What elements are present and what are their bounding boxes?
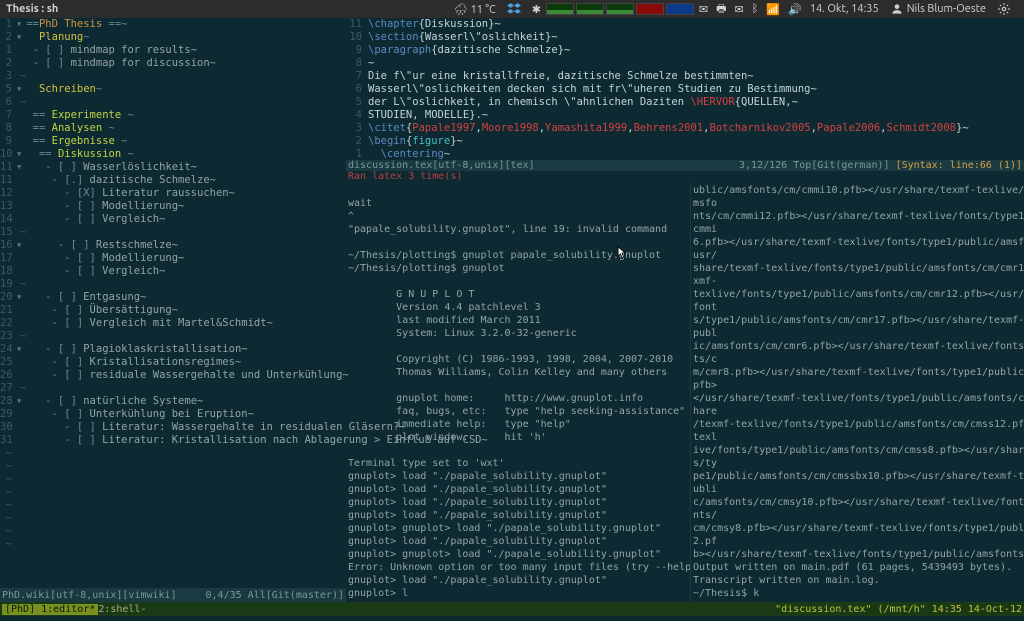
disk-graph[interactable] (636, 3, 664, 15)
editor-line[interactable]: 7Die f\"ur eine kristallfreie, dazitisch… (346, 70, 1024, 83)
outline-line[interactable]: 24▾ - [ ] Plagioklaskristallisation~ (0, 343, 346, 356)
outline-line[interactable]: 16▾ - [ ] Restschmelze~ (0, 239, 346, 252)
cpu-graph[interactable] (546, 3, 574, 15)
outline-line[interactable]: 2 - [ ] mindmap for discussion~ (0, 57, 346, 70)
weather-indicator[interactable]: 🌧 11 °C (454, 3, 496, 16)
latex-message: Ran latex 3 time(s) (346, 171, 1024, 182)
outline-line[interactable]: 11▾ - [ ] Wasserlöslichkeit~ (0, 161, 346, 174)
outline-line[interactable]: 15 ~ (0, 226, 346, 239)
editor-line[interactable]: 6Wasserl\"oslichkeiten decken sich mit f… (346, 83, 1024, 96)
editor-line[interactable]: 4STUDIEN, MODELLE}.~ (346, 109, 1024, 122)
terminal-right[interactable]: ublic/amsfonts/cm/cmmi10.pfb></usr/share… (691, 182, 1024, 602)
outline-line[interactable]: 27 ~ (0, 382, 346, 395)
outline-line[interactable]: 9 == Ergebnisse ~ (0, 135, 346, 148)
outline-line[interactable]: 18 - [ ] Vergleich~ (0, 265, 346, 278)
clock[interactable]: 14. Okt, 14:35 (810, 3, 879, 15)
left-status-file: PhD.wiki[utf-8,unix][vimwiki] (2, 590, 177, 601)
star-icon[interactable]: ✱ (532, 3, 541, 16)
outline-line[interactable]: 31 - [ ] Literatur: Kristallisation nach… (0, 434, 346, 447)
outline-line[interactable]: 23 ~ (0, 330, 346, 343)
outline-line[interactable]: 6 ~ (0, 96, 346, 109)
outline-line[interactable]: 1▾==PhD Thesis ==~ (0, 18, 346, 31)
mem-graph[interactable] (576, 3, 604, 15)
outline-line[interactable]: 10▾ == Diskussion ~ (0, 148, 346, 161)
user-name: Nils Blum-Oeste (907, 3, 986, 15)
outline-line[interactable]: 20▾ - [ ] Entgasung~ (0, 291, 346, 304)
outline-pane[interactable]: 1▾==PhD Thesis ==~2▾ Planung~1 - [ ] min… (0, 18, 346, 602)
outline-line[interactable]: 17 - [ ] Modellierung~ (0, 252, 346, 265)
outline-line[interactable]: 11 - [.] dazitische Schmelze~ (0, 174, 346, 187)
user-menu[interactable]: Nils Blum-Oeste (887, 2, 986, 16)
outline-line[interactable]: 7 == Experimente ~ (0, 109, 346, 122)
outline-line[interactable]: 14 - [ ] Vergleich~ (0, 213, 346, 226)
editor-line[interactable]: 5der L\"oslichkeit, in chemisch \"ahnlic… (346, 96, 1024, 109)
outline-line[interactable]: 2▾ Planung~ (0, 31, 346, 44)
outline-line[interactable]: 8 == Analysen ~ (0, 122, 346, 135)
editor-line[interactable]: 1 \centering~ (346, 148, 1024, 160)
outline-line[interactable]: 30 - [ ] Literatur: Wassergehalte in res… (0, 421, 346, 434)
editor-status-file: discussion.tex[utf-8,unix][tex] (348, 160, 535, 171)
wifi-icon[interactable]: 📶 (766, 3, 780, 16)
outline-line[interactable]: 13 - [ ] Modellierung~ (0, 200, 346, 213)
outline-line[interactable]: 12 - [X] Literatur raussuchen~ (0, 187, 346, 200)
outline-line[interactable]: 25 - [ ] Kristallisationsregimes~ (0, 356, 346, 369)
outline-line[interactable]: 1 - [ ] mindmap for results~ (0, 44, 346, 57)
left-status-pos: 0,4/35 All[Git(master)] (206, 590, 344, 601)
editor-line[interactable]: 10\section{Wasserl\"oslichkeit}~ (346, 31, 1024, 44)
outline-line[interactable]: 29 - [ ] Unterkühlung bei Eruption~ (0, 408, 346, 421)
editor-line[interactable]: 3\citet{Papale1997,Moore1998,Yamashita19… (346, 122, 1024, 135)
tmux-tab-editor[interactable]: [PhD] 1:editor* (2, 604, 98, 615)
editor-line[interactable]: 8~ (346, 57, 1024, 70)
sound-icon[interactable]: 🔊 (788, 3, 802, 16)
print-icon[interactable]: 🖶 (716, 0, 726, 19)
bluetooth-icon[interactable]: ᛒ (752, 3, 759, 15)
dropbox-icon[interactable] (504, 2, 524, 16)
net-graph[interactable] (606, 3, 634, 15)
left-statusline: PhD.wiki[utf-8,unix][vimwiki] 0,4/35 All… (0, 588, 346, 602)
editor-status-syntax: [Syntax: line:66 (1)] (896, 160, 1022, 171)
tmux-status-right: "discussion.tex" (/mnt/h" 14:35 14-Oct-1… (775, 604, 1022, 615)
outline-line[interactable]: 21 - [ ] Übersättigung~ (0, 304, 346, 317)
gear-icon[interactable] (994, 2, 1014, 16)
messages-icon[interactable]: ✉ (735, 3, 744, 16)
swap-graph[interactable] (666, 3, 694, 15)
editor-pane[interactable]: 11\chapter{Diskussion}~10\section{Wasser… (346, 18, 1024, 160)
terminal-left[interactable]: wait ^ "papale_solubility.gnuplot", line… (346, 182, 691, 602)
outline-line[interactable]: 5▾ Schreiben~ (0, 83, 346, 96)
editor-line[interactable]: 11\chapter{Diskussion}~ (346, 18, 1024, 31)
mail-icon[interactable]: ✉ (699, 3, 708, 16)
outline-line[interactable]: 19 ~ (0, 278, 346, 291)
editor-status-pos: 3,12/126 Top[Git(german)] (739, 160, 890, 171)
tmux-statusbar: [PhD] 1:editor* 2:shell- "discussion.tex… (0, 602, 1024, 616)
window-title: Thesis : sh (6, 3, 58, 15)
outline-line[interactable]: 22 - [ ] Vergleich mit Martel&Schmidt~ (0, 317, 346, 330)
system-topbar: Thesis : sh 🌧 11 °C ✱ ✉ 🖶 ✉ ᛒ 📶 🔊 14. Ok… (0, 0, 1024, 18)
tmux-tab-shell[interactable]: 2:shell- (98, 604, 146, 615)
editor-line[interactable]: 9\paragraph{dazitische Schmelze}~ (346, 44, 1024, 57)
outline-line[interactable]: 28▾ - [ ] natürliche Systeme~ (0, 395, 346, 408)
outline-line[interactable]: 26 - [ ] residuale Wassergehalte und Unt… (0, 369, 346, 382)
editor-line[interactable]: 2\begin{figure}~ (346, 135, 1024, 148)
editor-statusline: discussion.tex[utf-8,unix][tex] 3,12/126… (346, 160, 1024, 171)
outline-line[interactable]: 3 ~ (0, 70, 346, 83)
